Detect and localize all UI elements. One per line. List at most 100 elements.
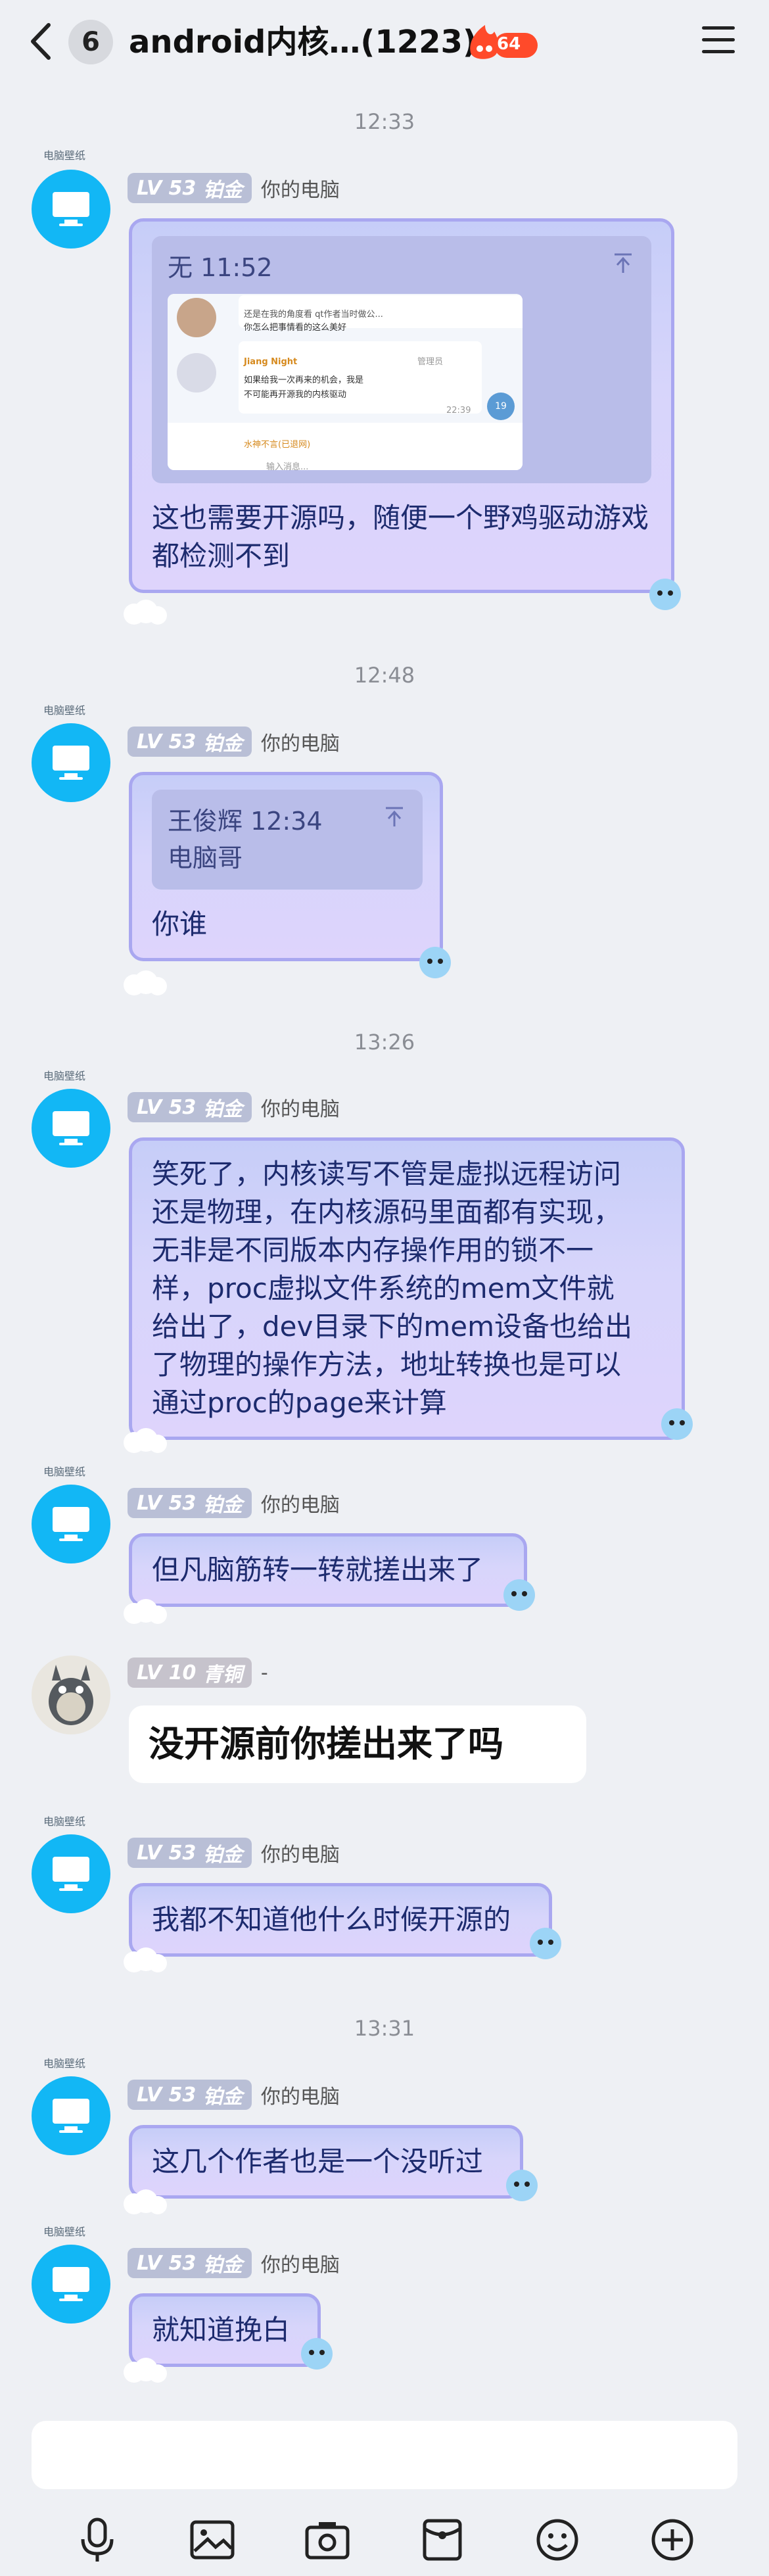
sender-nick: 你的电脑 xyxy=(260,179,340,202)
message-text: 这几个作者也是一个没听过 xyxy=(152,2145,484,2178)
level-badge: LV 53 铂金 xyxy=(128,1838,252,1868)
cloud-decoration-icon xyxy=(124,1599,167,1624)
emoji-icon[interactable] xyxy=(531,2514,584,2566)
message-line: 无非是不同版本内存操作用的锁不一 xyxy=(152,1234,594,1266)
message-bubble[interactable]: 但凡脑筋转一转就搓出来了 xyxy=(129,1533,527,1607)
message-line: 通过proc的page来计算 xyxy=(152,1387,447,1419)
avatar[interactable] xyxy=(32,2245,110,2324)
screenshot-badge: 19 xyxy=(487,393,515,420)
mascot-decoration-icon xyxy=(506,2170,538,2201)
message-bubble[interactable]: 笑死了，内核读写不管是虚拟远程访问 还是物理，在内核源码里面都有实现， 无非是不… xyxy=(129,1137,685,1440)
red-packet-icon[interactable] xyxy=(416,2514,469,2566)
sender-name-row: LV 53 铂金 你的电脑 xyxy=(128,726,340,757)
avatar[interactable] xyxy=(32,170,110,249)
menu-icon[interactable] xyxy=(702,26,735,57)
computer-icon xyxy=(53,192,89,226)
mascot-decoration-icon xyxy=(301,2338,333,2370)
quoted-message[interactable]: 无 11:52 还是在我的角度看 qt作者当时做公... 你怎么把事情看的这么美… xyxy=(152,236,651,483)
computer-icon xyxy=(53,2267,89,2301)
sender-nick: 你的电脑 xyxy=(260,2086,340,2109)
quoted-message[interactable]: 王俊辉 12:34 电脑哥 xyxy=(152,790,423,890)
message-bubble[interactable]: 这几个作者也是一个没听过 xyxy=(129,2125,523,2199)
back-arrow-icon[interactable] xyxy=(25,18,58,64)
sender-name-row: LV 53 铂金 你的电脑 xyxy=(128,2247,340,2279)
message-bubble[interactable]: 王俊辉 12:34 电脑哥 你谁 xyxy=(129,772,443,961)
screenshot-text: 输入消息... xyxy=(266,462,309,470)
avatar[interactable] xyxy=(32,1089,110,1168)
sender-name-row: LV 53 铂金 你的电脑 xyxy=(128,172,340,204)
message-text: 但凡脑筋转一转就搓出来了 xyxy=(152,1554,484,1586)
sender-nick: - xyxy=(260,1661,268,1684)
avatar[interactable] xyxy=(32,1834,110,1913)
plus-icon[interactable] xyxy=(646,2514,699,2566)
message-line: 给出了，dev目录下的mem设备也给出 xyxy=(152,1310,633,1343)
level-badge: LV 53 铂金 xyxy=(128,1488,252,1518)
image-icon[interactable] xyxy=(186,2514,239,2566)
level-badge: LV 53 铂金 xyxy=(128,2248,252,2278)
cloud-decoration-icon xyxy=(124,1428,167,1453)
mascot-decoration-icon xyxy=(649,579,681,610)
computer-icon xyxy=(53,1111,89,1145)
message-text: 这也需要开源吗，随便一个野鸡驱动游戏都检测不到 xyxy=(152,502,649,572)
totoro-avatar-icon xyxy=(49,1665,93,1725)
quote-body: 电脑哥 xyxy=(168,844,243,872)
message-text: 就知道挽白 xyxy=(152,2314,291,2346)
computer-icon xyxy=(53,1857,89,1891)
mascot-decoration-icon xyxy=(530,1928,561,1959)
unread-count-badge[interactable]: 6 xyxy=(68,20,113,64)
message-input[interactable] xyxy=(32,2421,737,2489)
computer-icon xyxy=(53,2099,89,2133)
sender-name-row: LV 53 铂金 你的电脑 xyxy=(128,1837,340,1869)
message-line: 样，proc虚拟文件系统的mem文件就 xyxy=(152,1272,615,1304)
sender-name-row: LV 10 青铜 - xyxy=(128,1657,268,1688)
chat-title[interactable]: android内核…(1223) xyxy=(129,20,477,64)
microphone-icon[interactable] xyxy=(71,2514,124,2566)
message-bubble[interactable]: 我都不知道他什么时候开源的 xyxy=(129,1883,552,1957)
screenshot-text: 不可能再开源我的内核驱动 xyxy=(244,390,347,400)
sender-nick: 你的电脑 xyxy=(260,732,340,755)
cloud-decoration-icon xyxy=(124,2358,167,2383)
timestamp: 13:26 xyxy=(354,1030,415,1055)
cloud-decoration-icon xyxy=(124,600,167,625)
timestamp: 12:48 xyxy=(354,663,415,688)
sender-name-row: LV 53 铂金 你的电脑 xyxy=(128,1487,340,1519)
quoted-screenshot[interactable]: 还是在我的角度看 qt作者当时做公... 你怎么把事情看的这么美好 Jiang … xyxy=(168,294,523,470)
cloud-decoration-icon xyxy=(124,2189,167,2214)
scroll-to-top-icon xyxy=(386,807,403,826)
screenshot-text: 管理员 xyxy=(417,357,444,367)
avatar[interactable] xyxy=(32,1656,110,1734)
avatar[interactable] xyxy=(32,2076,110,2155)
message-text: 你谁 xyxy=(152,908,208,940)
computer-icon xyxy=(53,746,89,780)
camera-icon[interactable] xyxy=(301,2514,354,2566)
sender-nick: 你的电脑 xyxy=(260,1494,340,1517)
level-badge: LV 53 铂金 xyxy=(128,2080,252,2110)
message-bubble[interactable]: 没开源前你搓出来了吗 xyxy=(129,1705,586,1783)
message-text: 没开源前你搓出来了吗 xyxy=(149,1723,503,1765)
message-text: 我都不知道他什么时候开源的 xyxy=(152,1903,511,1936)
sender-name-row: LV 53 铂金 你的电脑 xyxy=(128,2079,340,2111)
timestamp: 13:31 xyxy=(354,2016,415,2041)
mascot-decoration-icon xyxy=(661,1408,693,1440)
level-badge: LV 53 铂金 xyxy=(128,727,252,757)
quote-header: 王俊辉 12:34 xyxy=(168,807,323,836)
message-line: 还是物理，在内核源码里面都有实现， xyxy=(152,1196,622,1228)
message-line: 笑死了，内核读写不管是虚拟远程访问 xyxy=(152,1158,622,1190)
cloud-decoration-icon xyxy=(124,1947,167,1972)
level-badge: LV 10 青铜 xyxy=(128,1658,252,1688)
message-line: 了物理的操作方法，地址转换也是可以 xyxy=(152,1348,622,1381)
timestamp: 12:33 xyxy=(354,109,415,134)
sender-nick: 你的电脑 xyxy=(260,1844,340,1867)
mascot-decoration-icon xyxy=(419,947,451,978)
cloud-decoration-icon xyxy=(124,970,167,995)
sender-nick: 你的电脑 xyxy=(260,2254,340,2277)
fire-level: 64 xyxy=(497,34,521,54)
computer-icon xyxy=(53,1507,89,1541)
level-badge: LV 53 铂金 xyxy=(128,173,252,203)
quote-header: 无 11:52 xyxy=(168,253,273,282)
chat-header: 6 android内核…(1223) 64 xyxy=(0,0,769,84)
message-bubble[interactable]: 无 11:52 还是在我的角度看 qt作者当时做公... 你怎么把事情看的这么美… xyxy=(129,218,674,593)
mascot-decoration-icon xyxy=(503,1579,535,1611)
avatar[interactable] xyxy=(32,1485,110,1563)
avatar[interactable] xyxy=(32,723,110,802)
